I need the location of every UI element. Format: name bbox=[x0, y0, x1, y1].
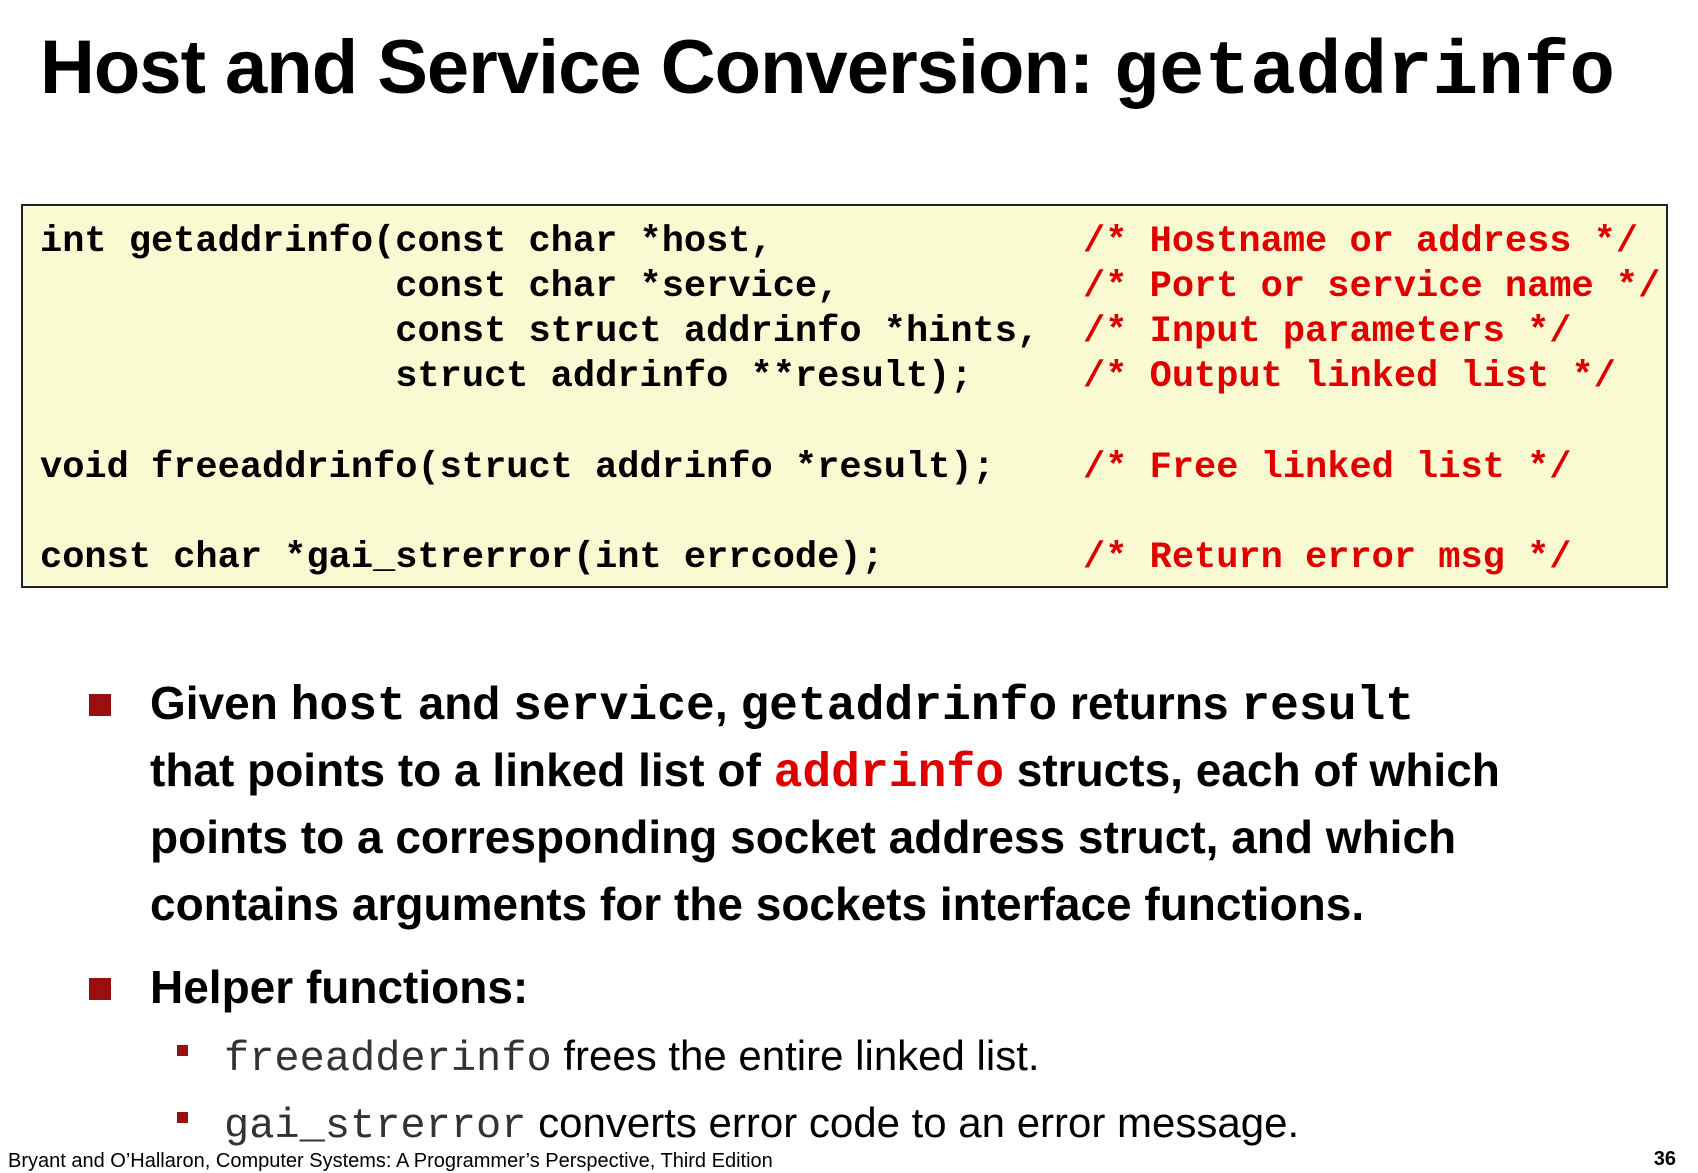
code-line: int getaddrinfo(const char *host, bbox=[40, 221, 773, 263]
code-block: int getaddrinfo(const char *host, /* Hos… bbox=[21, 204, 1668, 588]
code-gai-strerror: gai_strerror bbox=[224, 1102, 527, 1150]
code-comment: /* Output linked list */ bbox=[1083, 356, 1616, 398]
bullet1-line2: that points to a linked list of addrinfo… bbox=[150, 737, 1500, 808]
text: and bbox=[405, 677, 514, 729]
code-freeadderinfo: freeadderinfo bbox=[224, 1035, 552, 1083]
text: frees the entire linked list. bbox=[551, 1032, 1040, 1079]
code-service: service bbox=[513, 680, 715, 734]
code-addrinfo: addrinfo bbox=[773, 747, 1004, 801]
sub-bullet-icon bbox=[177, 1045, 188, 1056]
sub-bullet-icon bbox=[177, 1112, 188, 1123]
code-host: host bbox=[290, 680, 406, 734]
text: returns bbox=[1057, 677, 1242, 729]
slide-title-code: getaddrinfo bbox=[1113, 30, 1615, 116]
text: that points to a linked list of bbox=[150, 744, 774, 796]
code-comment: /* Hostname or address */ bbox=[1083, 221, 1639, 263]
text: converts error code to an error message. bbox=[526, 1099, 1300, 1146]
code-line: const char *service, bbox=[40, 266, 840, 308]
code-result: result bbox=[1241, 680, 1415, 734]
bullet1-line4: contains arguments for the sockets inter… bbox=[150, 878, 1365, 930]
code-line: void freeaddrinfo(struct addrinfo *resul… bbox=[40, 447, 995, 489]
sub-item-freeadderinfo: freeadderinfo frees the entire linked li… bbox=[224, 1032, 1040, 1083]
code-getaddrinfo: getaddrinfo bbox=[740, 680, 1058, 734]
text: , bbox=[714, 677, 741, 729]
code-line: const struct addrinfo *hints, bbox=[40, 311, 1040, 353]
slide-title: Host and Service Conversion: getaddrinfo bbox=[40, 22, 1615, 119]
code-comment: /* Free linked list */ bbox=[1083, 447, 1572, 489]
bullet-square-icon bbox=[89, 978, 111, 1000]
bullet1-line3: points to a corresponding socket address… bbox=[150, 811, 1457, 863]
sub-item-gai-strerror: gai_strerror converts error code to an e… bbox=[224, 1099, 1300, 1150]
code-line: const char *gai_strerror(int errcode); bbox=[40, 537, 884, 579]
bullet1-line1: Given host and service, getaddrinfo retu… bbox=[150, 670, 1414, 741]
code-line: struct addrinfo **result); bbox=[40, 356, 973, 398]
text: Given bbox=[150, 677, 291, 729]
code-comment: /* Port or service name */ bbox=[1083, 266, 1661, 308]
code-comment: /* Return error msg */ bbox=[1083, 537, 1572, 579]
code-comment: /* Input parameters */ bbox=[1083, 311, 1572, 353]
text: structs, each of which bbox=[1004, 744, 1500, 796]
slide-title-text: Host and Service Conversion: bbox=[40, 25, 1114, 110]
page-number: 36 bbox=[1653, 1148, 1676, 1170]
bullet-square-icon bbox=[89, 694, 111, 716]
bullet2-text: Helper functions: bbox=[150, 961, 529, 1013]
